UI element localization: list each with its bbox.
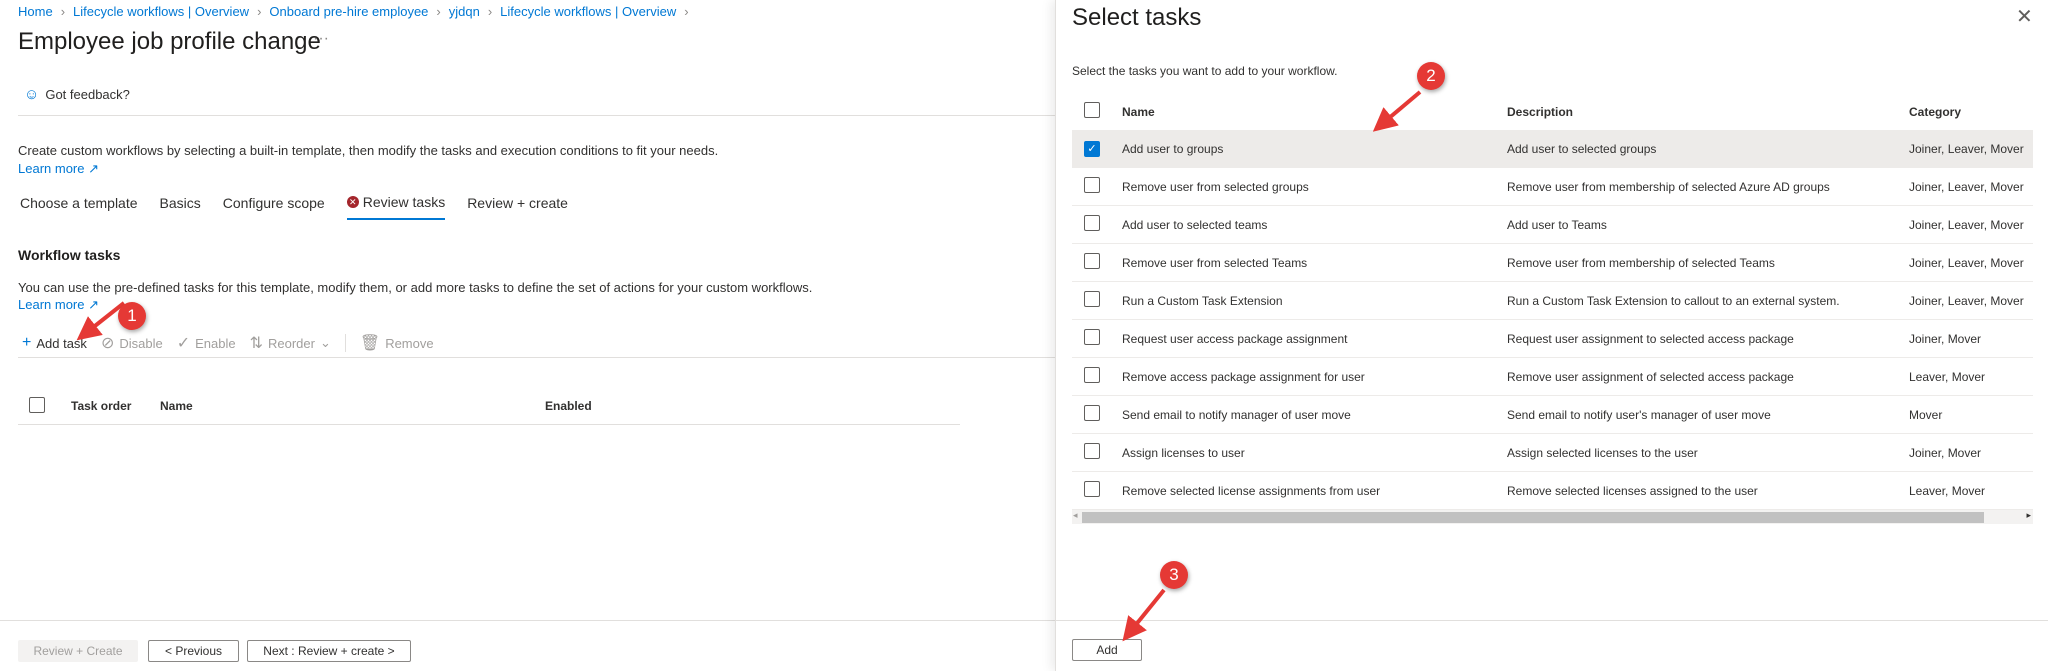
annotation-arrow-3	[1122, 588, 1166, 642]
annotation-arrow-2	[1372, 90, 1422, 132]
annotation-badge-1: 1	[118, 302, 146, 330]
annotation-badge-2: 2	[1417, 62, 1445, 90]
annotation-arrows	[76, 90, 1422, 642]
annotation-badge-3: 3	[1160, 561, 1188, 589]
